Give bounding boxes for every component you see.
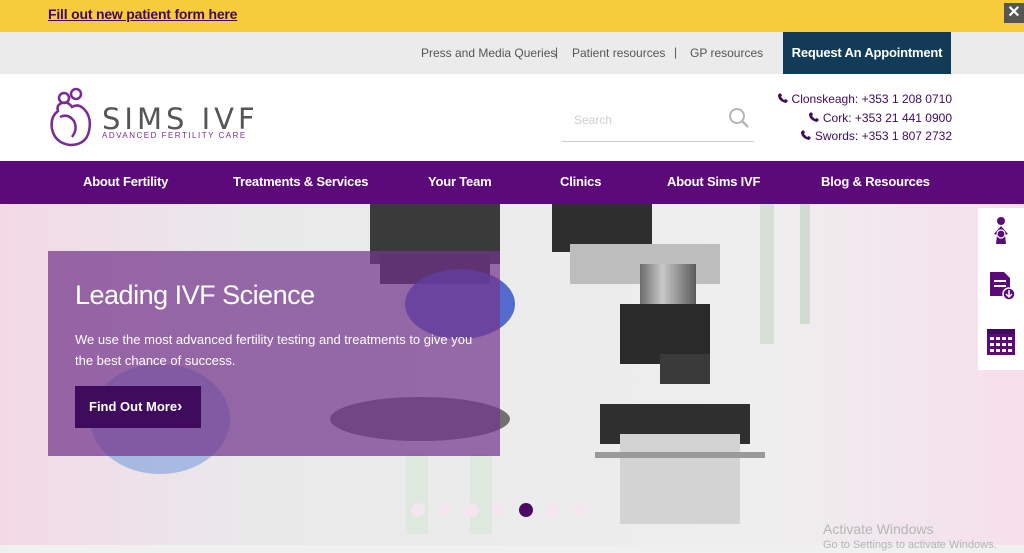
site-header: SIMS IVF ADVANCED FERTILITY CARE Clonske…	[0, 74, 1024, 161]
logo-icon[interactable]	[46, 87, 94, 149]
request-appointment-button[interactable]: Request An Appointment	[783, 32, 951, 74]
phone-clonskeagh[interactable]: Clonskeagh: +353 1 208 0710	[777, 92, 952, 106]
slider-dot-6[interactable]	[546, 503, 560, 517]
separator: |	[555, 45, 559, 59]
new-patient-form-link[interactable]: Fill out new patient form here	[48, 6, 237, 22]
slider-dot-4[interactable]	[492, 503, 506, 517]
logo-tagline: ADVANCED FERTILITY CARE	[102, 131, 247, 140]
slider-dot-7[interactable]	[573, 503, 587, 517]
slider-dot-2[interactable]	[438, 503, 452, 517]
utility-bar: Press and Media Queries | Patient resour…	[0, 32, 1024, 74]
nav-item-about-fertility[interactable]: About Fertility	[83, 174, 168, 189]
hero-card: Leading IVF Science We use the most adva…	[48, 251, 500, 456]
phone-number: Cork: +353 21 441 0900	[822, 111, 952, 125]
separator: |	[674, 45, 678, 59]
hero-title: Leading IVF Science	[75, 280, 315, 310]
windows-activation-title: Activate Windows	[823, 521, 934, 537]
find-out-more-button[interactable]: Find Out More ›	[75, 386, 201, 428]
slider-dot-1[interactable]	[411, 503, 425, 517]
phone-icon	[800, 130, 811, 140]
calendar-icon[interactable]	[986, 326, 1016, 356]
slider-dot-5[interactable]	[519, 503, 533, 517]
nav-item-blog[interactable]: Blog & Resources	[821, 174, 930, 189]
woman-icon[interactable]	[986, 216, 1016, 246]
hero-subtitle: We use the most advanced fertility testi…	[75, 332, 473, 368]
phone-cork[interactable]: Cork: +353 21 441 0900	[808, 111, 952, 125]
phone-number: Swords: +353 1 807 2732	[814, 129, 952, 143]
phone-number: Clonskeagh: +353 1 208 0710	[791, 92, 952, 106]
chevron-right-icon: ›	[177, 398, 183, 415]
phone-icon	[808, 112, 819, 122]
windows-activation-subtitle: Go to Settings to activate Windows.	[823, 539, 997, 551]
side-quick-links	[978, 208, 1024, 370]
button-label: Find Out More	[89, 399, 178, 414]
nav-item-treatments[interactable]: Treatments & Services	[233, 174, 368, 189]
nav-item-clinics[interactable]: Clinics	[560, 174, 601, 189]
main-nav: About Fertility Treatments & Services Yo…	[0, 161, 1024, 204]
document-download-icon[interactable]	[986, 270, 1016, 300]
nav-item-your-team[interactable]: Your Team	[428, 174, 492, 189]
search-icon[interactable]	[728, 107, 750, 129]
phone-icon	[777, 93, 788, 103]
nav-item-about-sims[interactable]: About Sims IVF	[667, 174, 760, 189]
patient-resources-link[interactable]: Patient resources	[572, 46, 665, 60]
search-box	[562, 102, 754, 142]
search-input[interactable]	[574, 110, 724, 130]
notice-banner: Fill out new patient form here ✕	[0, 0, 1024, 32]
press-media-link[interactable]: Press and Media Queries	[421, 46, 556, 60]
hero-section: Leading IVF Science We use the most adva…	[0, 204, 1024, 545]
phone-swords[interactable]: Swords: +353 1 807 2732	[800, 129, 952, 143]
gp-resources-link[interactable]: GP resources	[690, 46, 763, 60]
slider-dot-3[interactable]	[465, 503, 479, 517]
close-icon[interactable]: ✕	[1004, 3, 1024, 23]
